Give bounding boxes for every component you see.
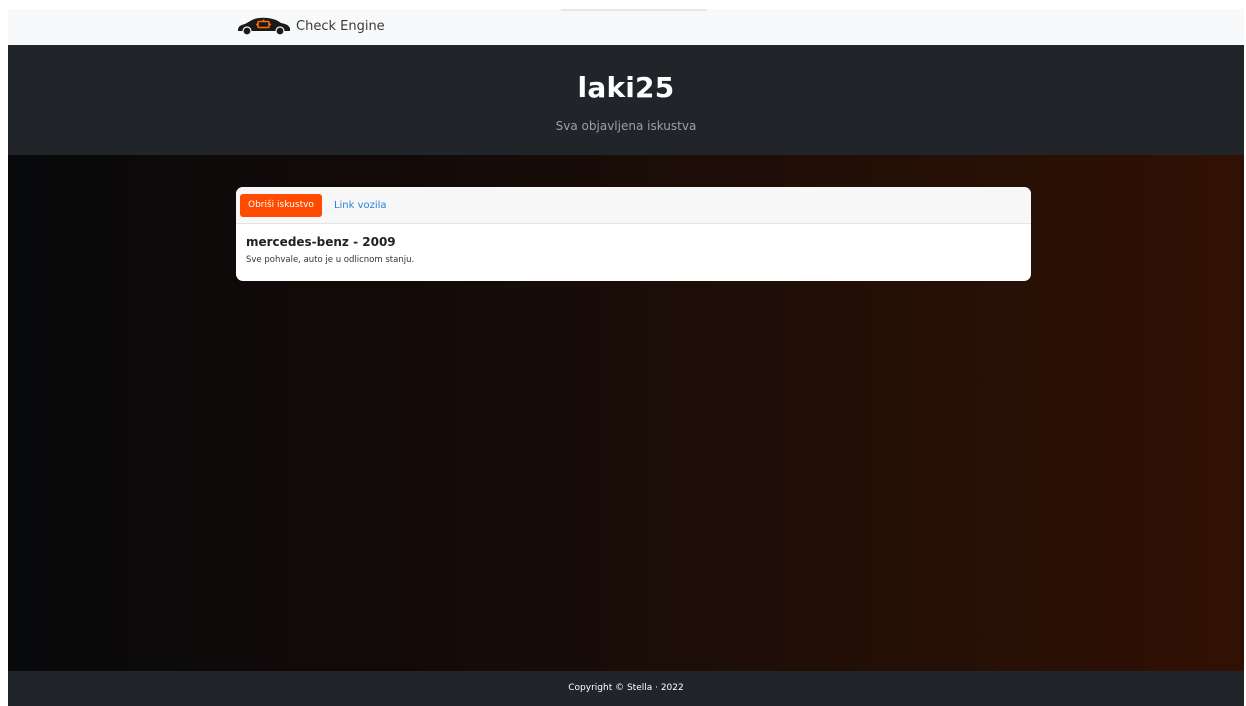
experience-card-body: mercedes-benz - 2009 Sve pohvale, auto j… bbox=[236, 224, 1031, 265]
main-content: Obriši iskustvo Link vozila mercedes-ben… bbox=[8, 155, 1244, 671]
car-check-engine-icon bbox=[234, 16, 292, 36]
brand-link[interactable]: Check Engine bbox=[234, 16, 385, 36]
footer: Copyright © Stella · 2022 bbox=[8, 671, 1244, 706]
experience-card-header: Obriši iskustvo Link vozila bbox=[236, 187, 1031, 224]
footer-copyright: Copyright © Stella · 2022 bbox=[568, 683, 684, 693]
experience-card: Obriši iskustvo Link vozila mercedes-ben… bbox=[236, 187, 1031, 281]
navbar-divider bbox=[561, 9, 707, 11]
page-subtitle: Sva objavljena iskustva bbox=[555, 119, 697, 133]
experience-title: mercedes-benz - 2009 bbox=[246, 235, 396, 249]
brand-text: Check Engine bbox=[296, 18, 385, 34]
experience-text: Sve pohvale, auto je u odlicnom stanju. bbox=[246, 255, 415, 265]
navbar: Check Engine bbox=[8, 9, 1244, 45]
delete-experience-button[interactable]: Obriši iskustvo bbox=[240, 193, 322, 217]
page: Check Engine laki25 Sva objavljena iskus… bbox=[8, 9, 1244, 706]
page-header: laki25 Sva objavljena iskustva bbox=[8, 45, 1244, 155]
vehicle-link[interactable]: Link vozila bbox=[334, 200, 387, 211]
page-title: laki25 bbox=[577, 71, 675, 104]
